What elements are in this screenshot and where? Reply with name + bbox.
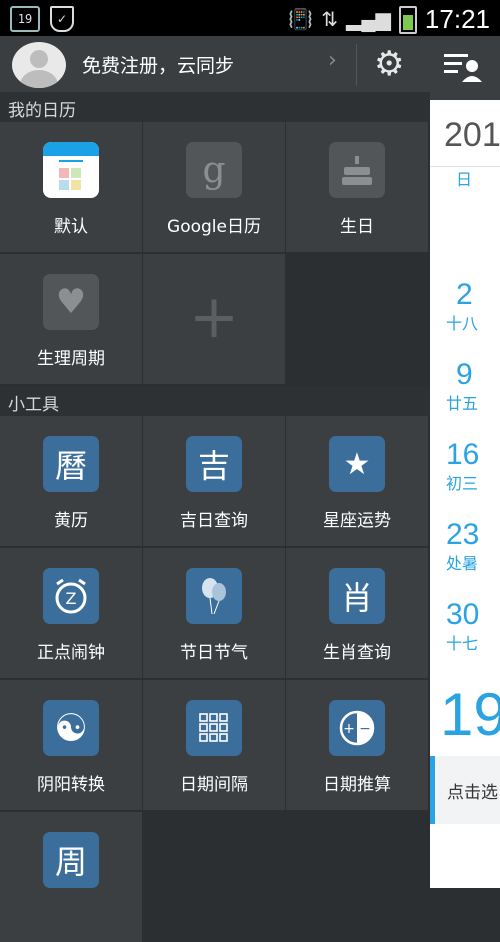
tool-label: 日期推算: [323, 775, 391, 795]
balloon-icon: [186, 568, 242, 624]
tool-date-interval[interactable]: 日期间隔: [143, 680, 285, 810]
avatar[interactable]: [12, 42, 66, 88]
status-time: 17:21: [424, 4, 490, 34]
tool-label: 星座运势: [323, 511, 391, 531]
calendar-label: 默认: [54, 217, 88, 237]
day-cell[interactable]: 16 初三: [446, 438, 500, 494]
add-calendar-button[interactable]: +: [143, 254, 285, 384]
tool-label: 正点闹钟: [37, 643, 105, 663]
calendar-label: 生日: [340, 217, 374, 237]
empty-cell: [286, 812, 428, 942]
status-bar: 19 ✓ 📳 ⇅ ▂▄▆ 17:21: [0, 0, 500, 36]
google-icon: g: [186, 142, 242, 198]
section-tools: 小工具: [0, 386, 430, 416]
user-header[interactable]: 免费注册，云同步 › ⚙: [0, 36, 430, 92]
day-number: 2: [456, 278, 473, 311]
section-title: 我的日历: [8, 101, 76, 121]
today-date: 19: [440, 681, 500, 748]
svg-text:+: +: [343, 721, 355, 737]
menu-user-icon: [444, 54, 482, 82]
day-number: 9: [456, 358, 473, 391]
week-icon: 周: [43, 832, 99, 888]
plus-minus-icon: + −: [329, 700, 385, 756]
tool-label: 生肖查询: [323, 643, 391, 663]
lunar-date: 初三: [446, 474, 479, 493]
tool-label: 阴阳转换: [37, 775, 105, 795]
lunar-date: 十八: [446, 314, 479, 333]
phone-vibrate-icon: 📳: [288, 9, 314, 31]
register-link[interactable]: 免费注册，云同步: [82, 51, 234, 78]
zodiac-icon: 肖: [329, 568, 385, 624]
gear-icon[interactable]: ⚙: [374, 44, 404, 84]
calendar-item-google[interactable]: g Google日历: [143, 122, 285, 252]
calendar-panel[interactable]: 201 日 2 十八 9 廿五 16 初三 23 处暑 30 十七 19 点击选: [430, 100, 500, 888]
lunar-date: 处暑: [446, 554, 479, 573]
day-cell[interactable]: 30 十七: [446, 598, 500, 654]
day-number: 16: [446, 438, 480, 471]
empty-cell: [286, 254, 428, 384]
tap-to-select-button[interactable]: 点击选: [430, 756, 500, 824]
data-transfer-icon: ⇅: [321, 9, 338, 31]
tool-week[interactable]: 周: [0, 812, 142, 942]
signal-icon: ▂▄▆: [345, 9, 391, 31]
calendar-item-default[interactable]: 默认: [0, 122, 142, 252]
empty-cell: [143, 812, 285, 942]
tool-label: 节日节气: [180, 643, 248, 663]
lucky-day-icon: 吉: [186, 436, 242, 492]
birthday-cake-icon: [329, 142, 385, 198]
tool-almanac[interactable]: 曆 黄历: [0, 416, 142, 546]
lunar-date: 十七: [446, 634, 479, 653]
tool-date-calc[interactable]: + − 日期推算: [286, 680, 428, 810]
tool-label: 日期间隔: [180, 775, 248, 795]
tool-lunar-convert[interactable]: ☯ 阴阳转换: [0, 680, 142, 810]
default-calendar-icon: [43, 142, 99, 198]
day-cell[interactable]: 9 廿五: [446, 358, 500, 414]
calendar-label: Google日历: [167, 217, 261, 237]
lunar-date: 廿五: [446, 394, 479, 413]
calendar-label: 生理周期: [37, 349, 105, 369]
heart-icon: ♥: [43, 274, 99, 330]
day-number: 30: [446, 598, 480, 631]
weekday-label: 日: [456, 170, 473, 189]
grid-icon: [186, 700, 242, 756]
section-my-calendars: 我的日历: [0, 92, 430, 122]
section-title: 小工具: [8, 395, 59, 415]
divider: [356, 44, 357, 86]
calendar-item-birthday[interactable]: 生日: [286, 122, 428, 252]
tool-festivals[interactable]: 节日节气: [143, 548, 285, 678]
calendar-notification-icon: 19: [10, 6, 40, 32]
tool-alarm[interactable]: Z 正点闹钟: [0, 548, 142, 678]
tool-zodiac[interactable]: 肖 生肖查询: [286, 548, 428, 678]
tap-label: 点击选: [447, 783, 498, 803]
svg-text:Z: Z: [66, 589, 77, 608]
svg-text:−: −: [359, 721, 371, 737]
yin-yang-icon: ☯: [43, 700, 99, 756]
shield-icon: ✓: [50, 6, 74, 32]
day-cell[interactable]: 23 处暑: [446, 518, 500, 574]
day-number: 23: [446, 518, 480, 551]
tool-label: 吉日查询: [180, 511, 248, 531]
calendar-item-period[interactable]: ♥ 生理周期: [0, 254, 142, 384]
alarm-clock-icon: Z: [43, 568, 99, 624]
almanac-icon: 曆: [43, 436, 99, 492]
day-cell[interactable]: 2 十八: [446, 278, 500, 334]
battery-icon: [398, 5, 417, 34]
tool-label: 黄历: [54, 511, 88, 531]
plus-icon: +: [188, 282, 240, 352]
drawer-toggle[interactable]: [430, 36, 500, 100]
tool-lucky-day[interactable]: 吉 吉日查询: [143, 416, 285, 546]
chevron-right-icon: ›: [328, 48, 337, 73]
year-label: 201: [444, 116, 500, 154]
tool-horoscope[interactable]: ★ 星座运势: [286, 416, 428, 546]
star-icon: ★: [329, 436, 385, 492]
